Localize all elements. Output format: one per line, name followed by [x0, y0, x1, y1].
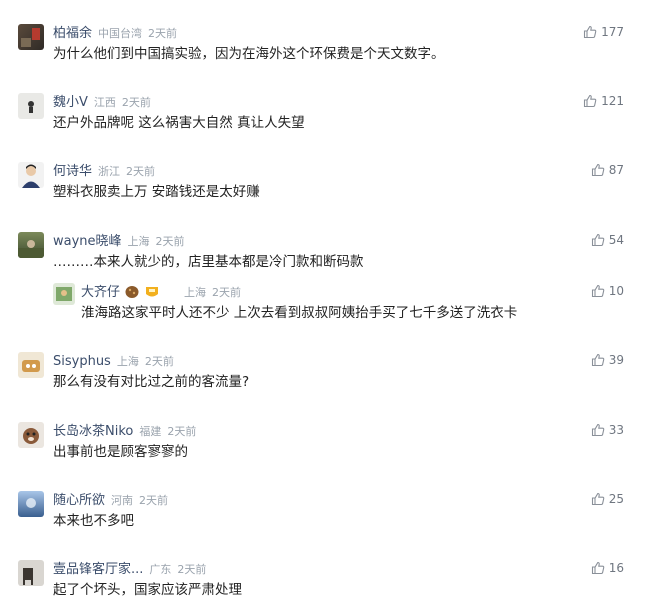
thumbs-up-icon	[591, 353, 605, 367]
thumbs-up-icon	[591, 284, 605, 298]
username[interactable]: 何诗华	[53, 164, 92, 179]
username[interactable]: 大齐仔	[81, 285, 120, 300]
avatar[interactable]	[18, 352, 44, 378]
like-button[interactable]: 177	[583, 22, 624, 42]
like-button[interactable]: 25	[591, 489, 624, 509]
avatar[interactable]	[18, 162, 44, 188]
like-count: 25	[608, 492, 624, 506]
timestamp: 2天前	[139, 494, 169, 507]
like-count: 54	[608, 233, 624, 247]
timestamp: 2天前	[126, 165, 156, 178]
comment-text: 还户外品牌呢 这么祸害大自然 真让人失望	[53, 115, 305, 131]
avatar[interactable]	[18, 560, 44, 586]
like-button[interactable]: 10	[591, 281, 624, 301]
thumbs-up-icon	[591, 561, 605, 575]
comment-text: 为什么他们到中国搞实验，因为在海外这个环保费是个天文数字。	[53, 46, 445, 62]
username[interactable]: 壹品锋客厅家...	[53, 562, 143, 577]
comment-text: 出事前也是顾客寥寥的	[53, 444, 188, 460]
like-button[interactable]: 87	[591, 160, 624, 180]
trophy-badge-icon	[144, 284, 160, 298]
like-count: 16	[608, 561, 624, 575]
comment-meta: 柏福余 中国台湾 2天前	[53, 22, 177, 42]
avatar[interactable]	[18, 93, 44, 119]
avatar[interactable]	[53, 283, 75, 305]
timestamp: 2天前	[177, 563, 207, 576]
thumbs-up-icon	[583, 94, 597, 108]
timestamp: 2天前	[155, 235, 185, 248]
thumbs-up-icon	[591, 233, 605, 247]
like-count: 33	[608, 423, 624, 437]
location: 浙江	[98, 165, 121, 178]
thumbs-up-icon	[591, 423, 605, 437]
username[interactable]: 柏福余	[53, 26, 92, 41]
username[interactable]: 长岛冰茶Niko	[53, 424, 133, 439]
avatar[interactable]	[18, 491, 44, 517]
comment-meta: 壹品锋客厅家... 广东 2天前	[53, 558, 206, 578]
comment-text: 本来也不多吧	[53, 513, 134, 529]
like-count: 10	[608, 284, 624, 298]
username[interactable]: Sisyphus	[53, 354, 111, 369]
timestamp: 2天前	[144, 355, 174, 368]
like-button[interactable]: 121	[583, 91, 624, 111]
comment-meta: 魏小V 江西 2天前	[53, 91, 151, 111]
location: 上海	[116, 355, 139, 368]
like-button[interactable]: 33	[591, 420, 624, 440]
like-count: 177	[601, 25, 624, 39]
comment-meta: 随心所欲 河南 2天前	[53, 489, 168, 509]
location: 江西	[93, 96, 116, 109]
avatar[interactable]	[18, 24, 44, 50]
like-count: 39	[608, 353, 624, 367]
location: 广东	[149, 563, 172, 576]
timestamp: 2天前	[212, 286, 242, 299]
comment-meta: wayne晓峰 上海 2天前	[53, 230, 185, 250]
like-button[interactable]: 39	[591, 350, 624, 370]
avatar[interactable]	[18, 232, 44, 258]
comment-text: 那么有没有对比过之前的客流量?	[53, 374, 250, 390]
comment-meta: 大齐仔 上海 2天前	[81, 281, 241, 301]
location: 中国台湾	[98, 27, 143, 40]
like-count: 87	[608, 163, 624, 177]
comment-meta: Sisyphus 上海 2天前	[53, 350, 174, 370]
comment-meta: 长岛冰茶Niko 福建 2天前	[53, 420, 196, 440]
username[interactable]: 魏小V	[53, 95, 88, 110]
like-count: 121	[601, 94, 624, 108]
thumbs-up-icon	[583, 25, 597, 39]
location: 上海	[127, 235, 150, 248]
comment-meta: 何诗华 浙江 2天前	[53, 160, 155, 180]
comment-text: ………本来人就少的，店里基本都是冷门款和断码款	[53, 254, 364, 270]
comment-text: 起了个坏头，国家应该严肃处理	[53, 582, 242, 598]
location: 福建	[139, 425, 162, 438]
location: 上海	[184, 286, 207, 299]
thumbs-up-icon	[591, 492, 605, 506]
username[interactable]: wayne晓峰	[53, 234, 122, 249]
location: 河南	[111, 494, 134, 507]
timestamp: 2天前	[148, 27, 178, 40]
medal-badge-icon	[124, 284, 140, 298]
timestamp: 2天前	[121, 96, 151, 109]
username[interactable]: 随心所欲	[53, 493, 105, 508]
comment-text: 淮海路这家平时人还不少 上次去看到叔叔阿姨抬手买了七千多送了洗衣卡	[81, 305, 518, 321]
avatar[interactable]	[18, 422, 44, 448]
like-button[interactable]: 54	[591, 230, 624, 250]
thumbs-up-icon	[591, 163, 605, 177]
comment-text: 塑料衣服卖上万 安踏钱还是太好赚	[53, 184, 260, 200]
timestamp: 2天前	[167, 425, 197, 438]
like-button[interactable]: 16	[591, 558, 624, 578]
